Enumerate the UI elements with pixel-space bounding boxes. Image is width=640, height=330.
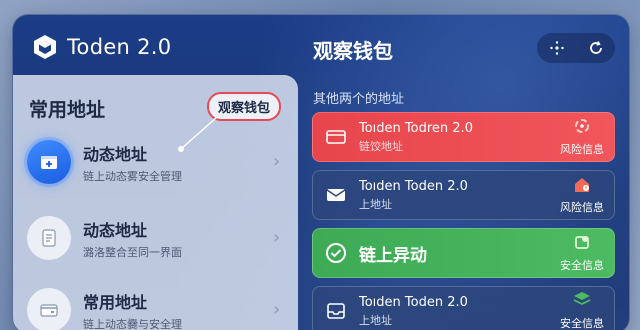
card-title: Toıden Toden 2.0 — [359, 294, 468, 310]
watch-wallet-callout[interactable]: 观察钱包 — [207, 92, 282, 121]
wallet-add-icon — [27, 140, 71, 184]
panel-title: 常用地址 — [29, 99, 106, 121]
status-label: 安全信息 — [560, 317, 604, 330]
address-item[interactable]: 常用地址 链上动态爨与安全理 › — [27, 279, 289, 330]
address-card[interactable]: Toıden Toden 2.0 上地址 安全信息 — [312, 286, 615, 330]
chevron-right-icon: › — [273, 299, 281, 320]
header-actions — [537, 33, 615, 63]
card-title: Toıden Todren 2.0 — [359, 120, 473, 136]
layers-icon — [572, 291, 592, 313]
brand-name: Toden 2.0 — [67, 35, 172, 59]
card-subtitle: 上地址 — [359, 197, 392, 211]
card-icon — [27, 288, 71, 330]
section-subtitle: 其他两个的地址 — [313, 92, 405, 107]
card-title: Toıden Toden 2.0 — [359, 178, 468, 194]
house-alert-icon — [572, 175, 592, 197]
wallet-icon — [323, 124, 349, 150]
address-description: 潞洛整合至同一界面 — [83, 245, 182, 259]
address-card[interactable]: Toıden Todren 2.0 链饺地址 风险信息 — [312, 112, 615, 162]
address-item[interactable]: 动态地址 链上动态雾安全管理 › — [27, 131, 289, 193]
address-card[interactable]: 链上异动 安全信息 — [312, 228, 615, 278]
address-item[interactable]: 动态地址 潞洛整合至同一界面 › — [27, 207, 289, 269]
app-window: Toden 2.0 观察钱包 常用地址 观察钱包 动态地址 链上动态雾安全管理 … — [12, 14, 630, 330]
inbox-icon — [323, 298, 349, 324]
address-description: 链上动态爨与安全理 — [83, 317, 182, 330]
mail-icon — [323, 182, 349, 208]
brand: Toden 2.0 — [31, 33, 171, 61]
page-title: 观察钱包 — [313, 39, 393, 63]
shield-lock-icon — [572, 233, 592, 255]
address-name: 常用地址 — [83, 292, 148, 312]
address-description: 链上动态雾安全管理 — [83, 169, 182, 183]
card-subtitle: 链饺地址 — [359, 139, 403, 153]
address-name: 动态地址 — [83, 144, 148, 164]
refresh-icon[interactable] — [583, 35, 609, 61]
address-name: 动态地址 — [83, 220, 148, 240]
common-address-panel: 常用地址 观察钱包 动态地址 链上动态雾安全管理 › 动态地址 潞洛整合至同一界… — [13, 75, 298, 330]
card-subtitle: 上地址 — [359, 313, 392, 327]
card-title: 链上异动 — [359, 245, 427, 266]
chevron-right-icon: › — [273, 227, 281, 248]
check-circle-icon — [323, 240, 349, 266]
status-label: 风险信息 — [560, 143, 604, 156]
status-label: 安全信息 — [560, 259, 604, 272]
address-card[interactable]: Toıden Toden 2.0 上地址 风险信息 — [312, 170, 615, 220]
connect-icon[interactable] — [544, 35, 570, 61]
risk-alert-icon — [572, 117, 592, 139]
document-icon — [27, 216, 71, 260]
chevron-right-icon: › — [273, 151, 281, 172]
toden-logo-icon — [34, 35, 56, 59]
status-label: 风险信息 — [560, 201, 604, 214]
